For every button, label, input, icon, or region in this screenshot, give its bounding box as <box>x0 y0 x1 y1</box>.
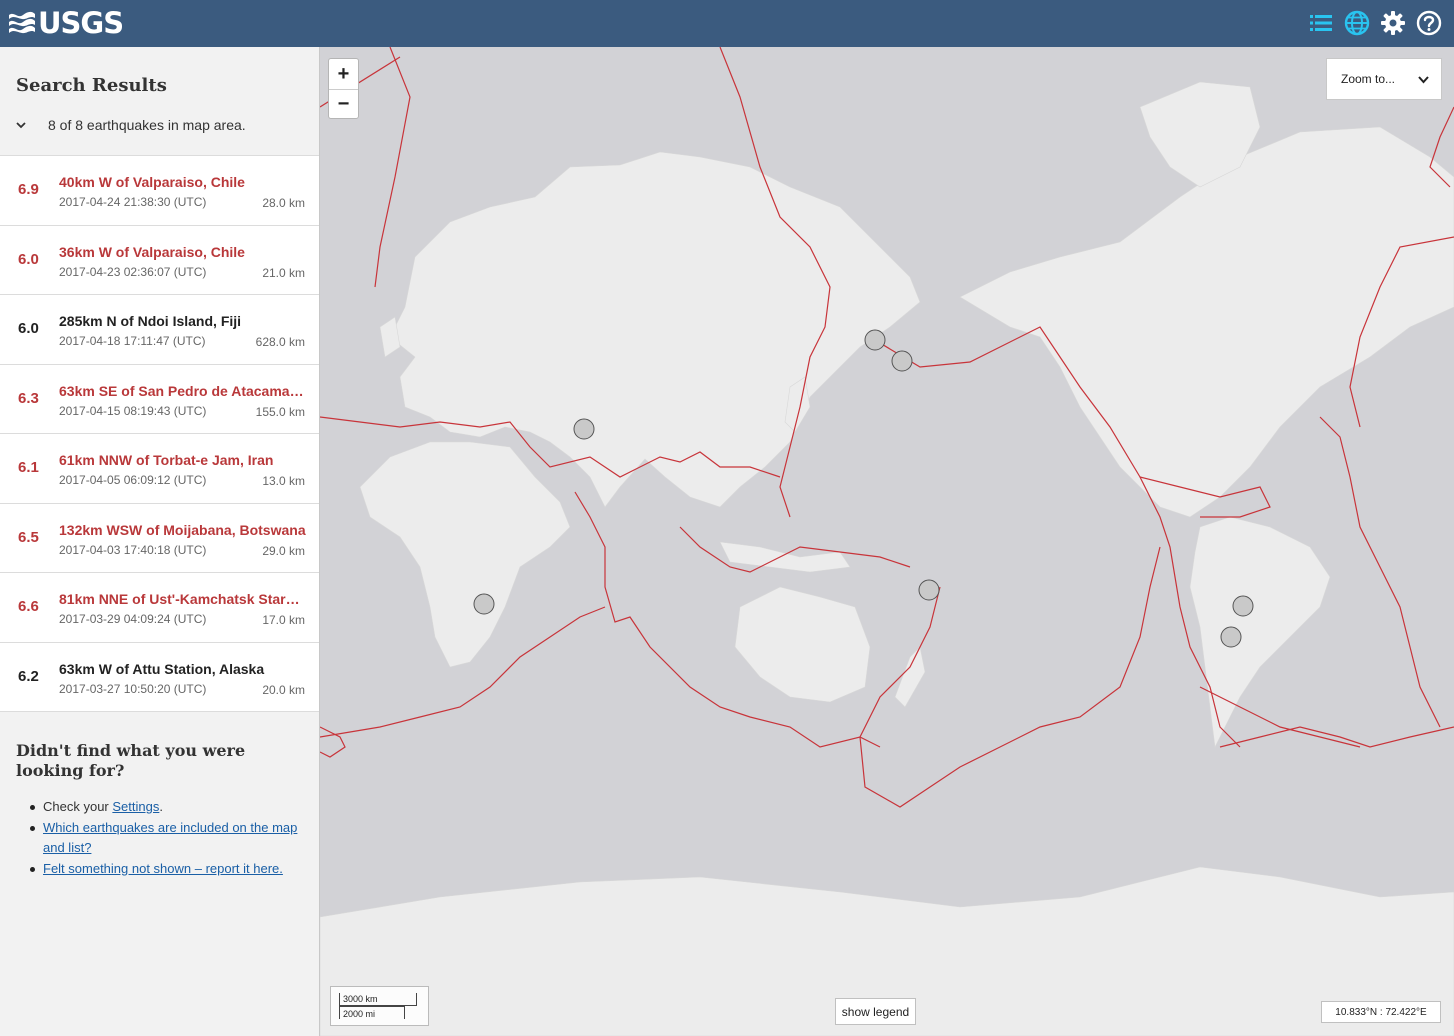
timestamp: 2017-03-27 10:50:20 (UTC) <box>59 681 207 696</box>
map-view-button[interactable] <box>1344 9 1370 37</box>
usgs-logo[interactable]: USGS <box>8 5 124 40</box>
depth: 17.0 km <box>262 613 305 627</box>
depth: 20.0 km <box>262 682 305 697</box>
magnitude: 6.0 <box>18 250 39 268</box>
scale-km: 3000 km <box>339 993 417 1006</box>
world-map-canvas[interactable] <box>320 47 1454 1036</box>
help-check-prefix: Check your <box>43 799 113 814</box>
location: 40km W of Valparaiso, Chile <box>59 174 245 190</box>
timestamp: 2017-04-05 06:09:12 (UTC) <box>59 473 207 487</box>
help-item-settings: Check your Settings. <box>30 797 300 817</box>
earthquake-marker-attu[interactable] <box>891 350 913 372</box>
list-icon <box>1310 15 1332 31</box>
magnitude: 6.3 <box>18 389 39 407</box>
earthquake-list-item[interactable]: 6.2 63km W of Attu Station, Alaska 2017-… <box>0 642 319 712</box>
felt-report-link[interactable]: Felt something not shown – report it her… <box>43 861 283 876</box>
land-north-america <box>959 126 1454 518</box>
depth: 21.0 km <box>262 265 305 280</box>
zoom-to-select[interactable]: Zoom to... <box>1326 58 1442 100</box>
earthquake-marker-kamchatka[interactable] <box>864 329 886 351</box>
magnitude: 6.0 <box>18 320 39 337</box>
land-africa <box>359 441 571 668</box>
earthquake-list-item[interactable]: 6.9 40km W of Valparaiso, Chile 2017-04-… <box>0 156 319 226</box>
magnitude: 6.6 <box>18 598 39 615</box>
magnitude: 6.9 <box>18 181 39 198</box>
app-header: USGS <box>0 0 1454 47</box>
timestamp: 2017-04-24 21:38:30 (UTC) <box>59 195 207 209</box>
search-results-sidebar: Search Results 8 of 8 earthquakes in map… <box>0 47 320 1036</box>
depth: 628.0 km <box>255 335 305 349</box>
earthquake-marker-atacama[interactable] <box>1232 595 1254 617</box>
earthquake-list: 6.9 40km W of Valparaiso, Chile 2017-04-… <box>0 155 319 712</box>
settings-button[interactable] <box>1380 9 1406 37</box>
help-heading: Didn't find what you were looking for? <box>16 741 246 780</box>
sidebar-title: Search Results <box>16 75 167 96</box>
plate-boundary <box>320 726 346 758</box>
location: 61km NNW of Torbat-e Jam, Iran <box>59 452 274 468</box>
logo-text: USGS <box>38 5 124 40</box>
chevron-down-icon <box>16 121 30 129</box>
usgs-wave-icon <box>9 11 35 34</box>
land-australia <box>734 586 871 703</box>
location: 81km NNE of Ust'-Kamchatsk Staryy, Russi… <box>59 591 307 607</box>
show-legend-button[interactable]: show legend <box>835 998 916 1025</box>
timestamp: 2017-04-03 17:40:18 (UTC) <box>59 542 207 557</box>
help-button[interactable] <box>1416 9 1442 37</box>
earthquake-marker-iran[interactable] <box>573 418 595 440</box>
globe-icon <box>1344 10 1370 36</box>
scale-mi: 2000 mi <box>339 1006 405 1019</box>
magnitude: 6.5 <box>18 528 39 546</box>
settings-link[interactable]: Settings <box>112 799 159 814</box>
zoom-out-button[interactable]: − <box>329 89 358 119</box>
list-view-button[interactable] <box>1308 9 1334 37</box>
earthquake-list-item[interactable]: 6.6 81km NNE of Ust'-Kamchatsk Staryy, R… <box>0 573 319 643</box>
earthquake-map[interactable]: + − Zoom to... 3000 km 2000 mi show lege… <box>320 47 1454 1036</box>
land-south-america <box>1189 516 1331 749</box>
help-check-suffix: . <box>159 799 163 814</box>
magnitude: 6.1 <box>18 459 39 476</box>
location: 63km SE of San Pedro de Atacama, Chile <box>59 382 307 399</box>
zoom-in-button[interactable]: + <box>329 59 358 89</box>
plate-boundary <box>1319 416 1441 728</box>
included-earthquakes-link[interactable]: Which earthquakes are included on the ma… <box>43 820 297 855</box>
magnitude: 6.2 <box>18 667 39 685</box>
depth: 155.0 km <box>255 404 305 419</box>
help-list: Check your Settings. Which earthquakes a… <box>30 797 300 880</box>
help-item-felt: Felt something not shown – report it her… <box>30 859 300 879</box>
depth: 13.0 km <box>262 474 305 488</box>
timestamp: 2017-04-15 08:19:43 (UTC) <box>59 403 207 418</box>
location: 36km W of Valparaiso, Chile <box>59 243 245 260</box>
help-icon <box>1416 10 1442 36</box>
timestamp: 2017-04-18 17:11:47 (UTC) <box>59 334 206 348</box>
earthquake-list-item[interactable]: 6.0 285km N of Ndoi Island, Fiji 2017-04… <box>0 295 319 365</box>
results-summary-toggle[interactable]: 8 of 8 earthquakes in map area. <box>16 117 246 133</box>
earthquake-marker-valparaiso[interactable] <box>1220 626 1242 648</box>
help-item-included: Which earthquakes are included on the ma… <box>30 818 300 858</box>
earthquake-list-item[interactable]: 6.1 61km NNW of Torbat-e Jam, Iran 2017-… <box>0 434 319 504</box>
timestamp: 2017-03-29 04:09:24 (UTC) <box>59 612 207 626</box>
zoom-to-label: Zoom to... <box>1341 72 1396 86</box>
plate-boundary <box>1219 726 1454 748</box>
timestamp: 2017-04-23 02:36:07 (UTC) <box>59 264 207 279</box>
map-scale: 3000 km 2000 mi <box>330 986 429 1026</box>
earthquake-marker-fiji[interactable] <box>918 579 940 601</box>
location: 285km N of Ndoi Island, Fiji <box>59 313 242 329</box>
location: 63km W of Attu Station, Alaska <box>59 660 265 677</box>
cursor-coordinates: 10.833°N : 72.422°E <box>1321 1001 1441 1023</box>
depth: 29.0 km <box>262 543 305 558</box>
chevron-down-icon <box>1418 73 1429 87</box>
land-indonesia <box>719 541 851 573</box>
earthquake-list-item[interactable]: 6.3 63km SE of San Pedro de Atacama, Chi… <box>0 364 319 434</box>
earthquake-marker-botswana[interactable] <box>473 593 495 615</box>
gear-icon <box>1381 11 1405 35</box>
earthquake-list-item[interactable]: 6.0 36km W of Valparaiso, Chile 2017-04-… <box>0 225 319 295</box>
location: 132km WSW of Moijabana, Botswana <box>59 521 306 538</box>
earthquake-list-item[interactable]: 6.5 132km WSW of Moijabana, Botswana 201… <box>0 503 319 573</box>
zoom-control: + − <box>328 58 359 119</box>
results-summary-text: 8 of 8 earthquakes in map area. <box>48 117 246 133</box>
depth: 28.0 km <box>262 196 305 210</box>
